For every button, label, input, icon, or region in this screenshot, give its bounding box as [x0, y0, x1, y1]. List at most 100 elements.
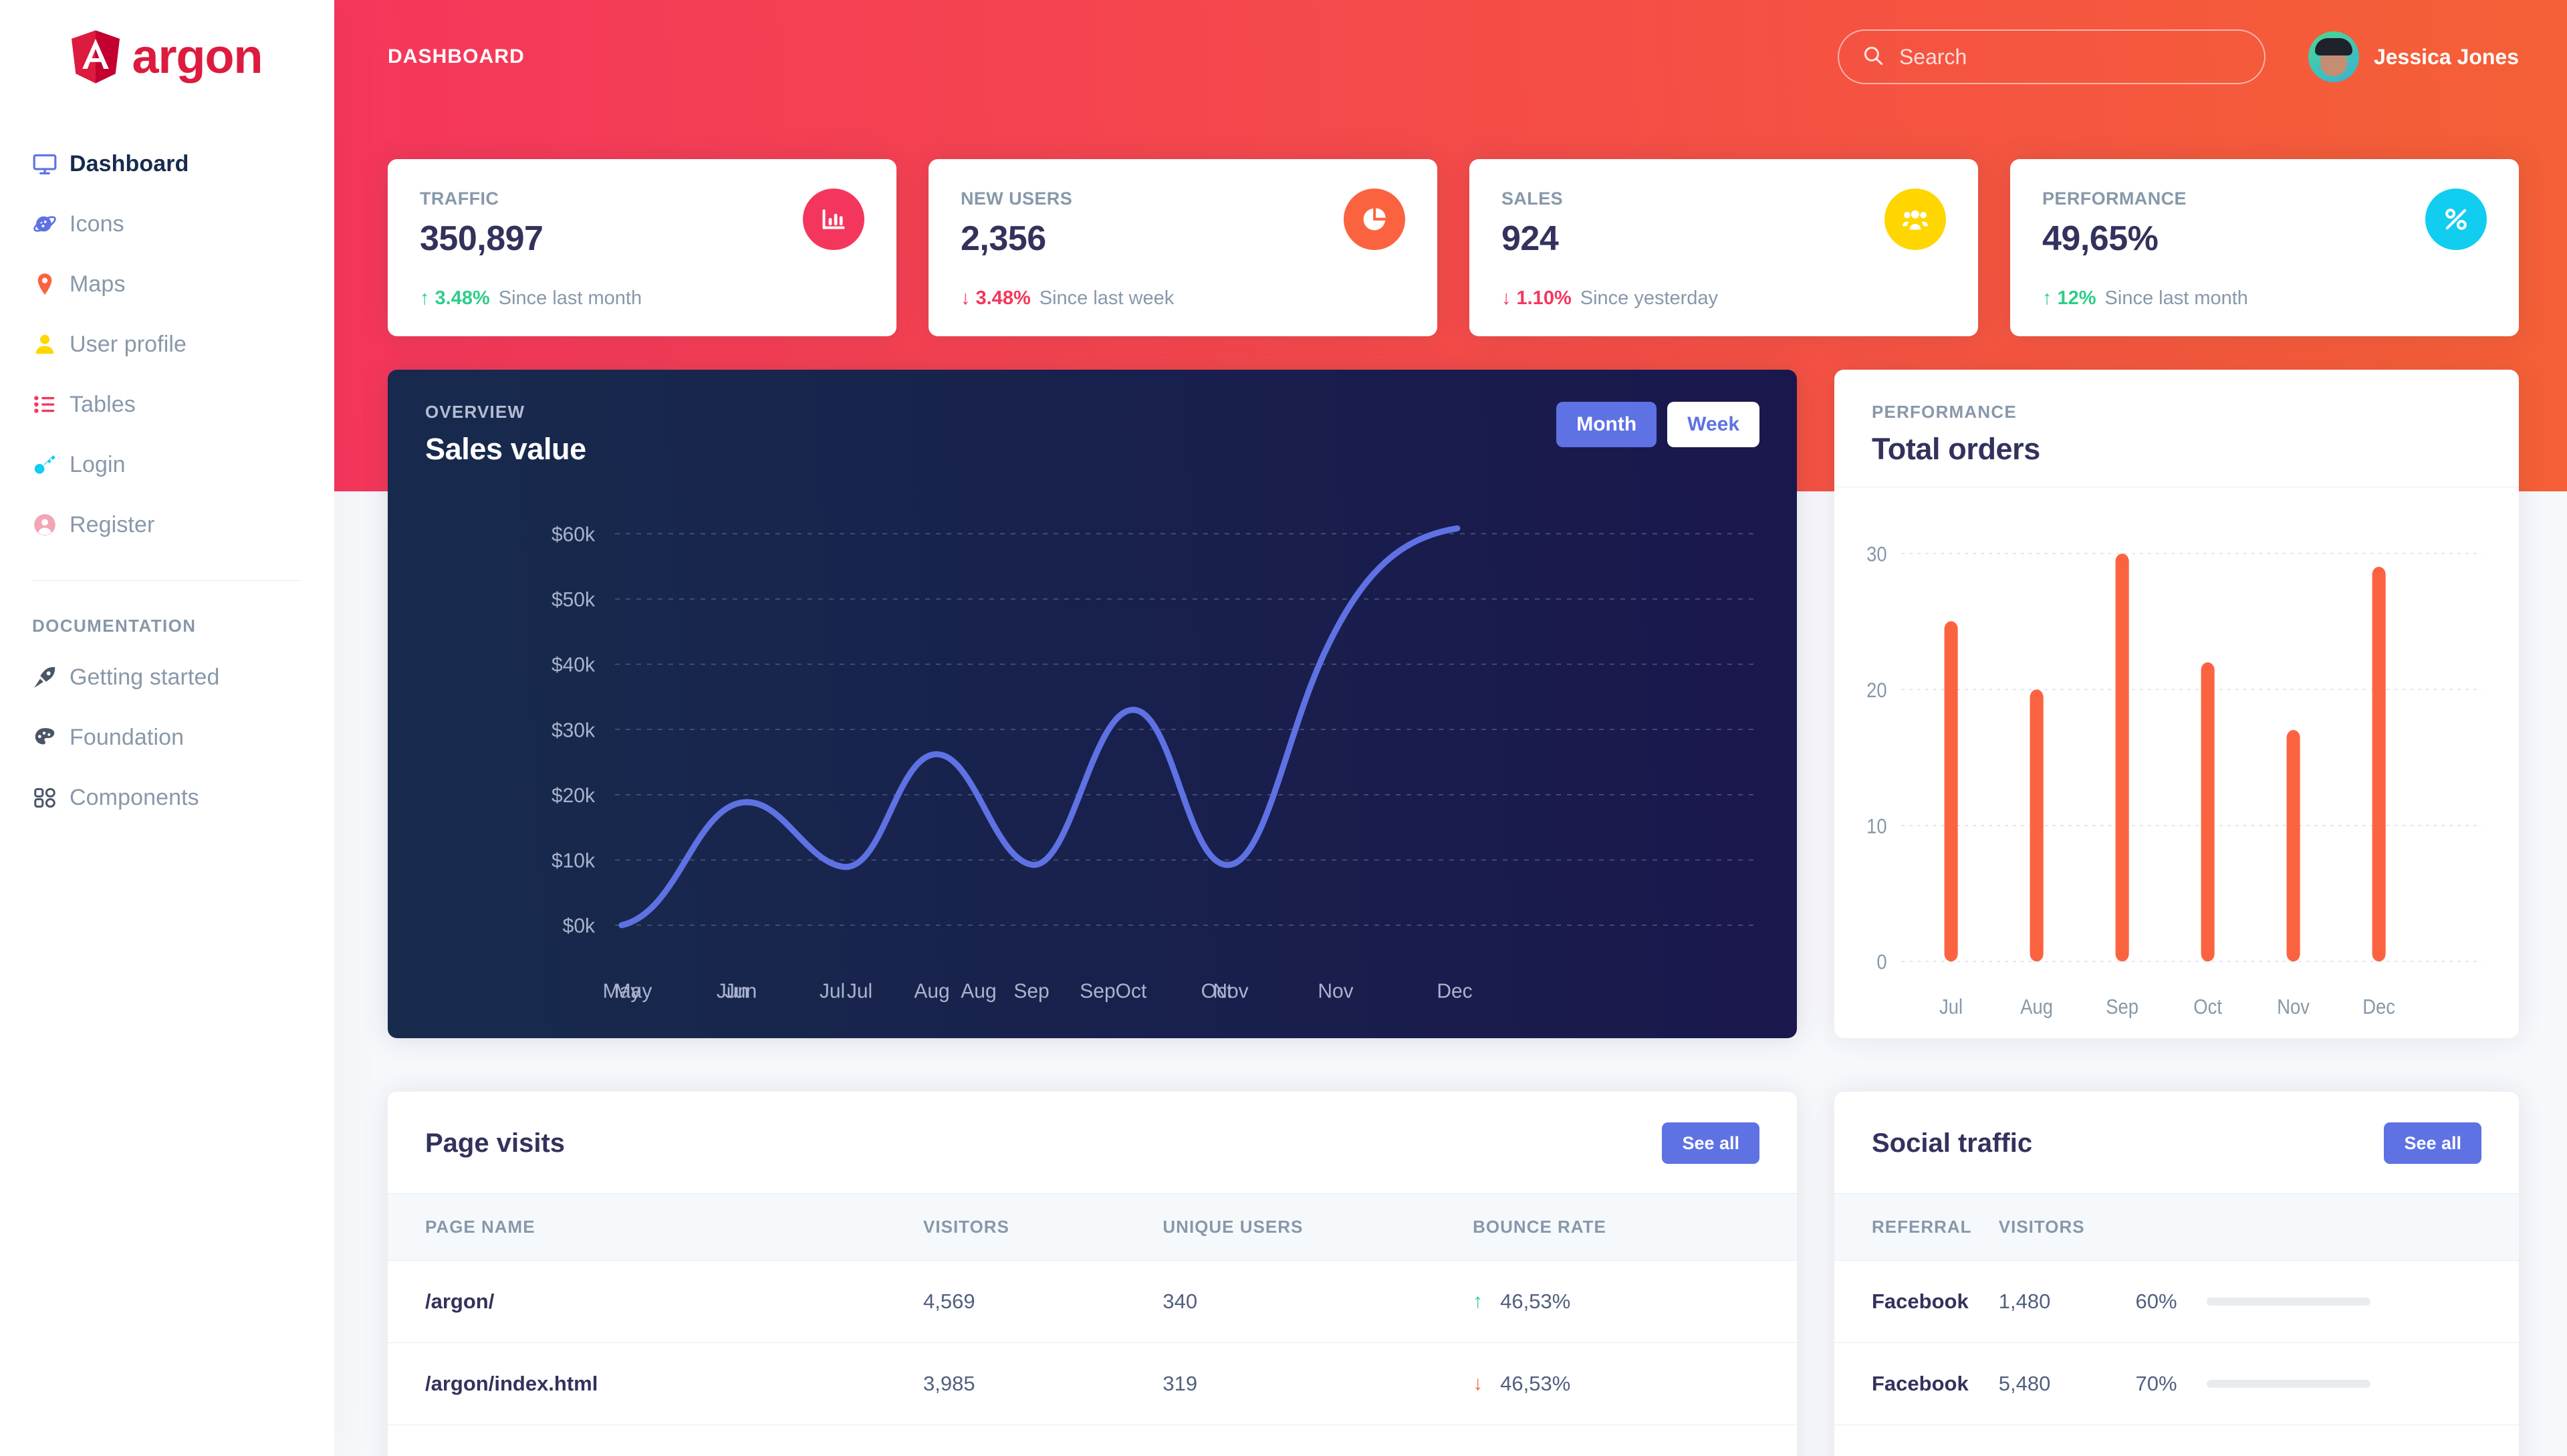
charts-row: OVERVIEW Sales value Month Week $60k $50…: [334, 370, 2567, 1038]
stat-period: Since yesterday: [1580, 287, 1719, 309]
brand-logo[interactable]: argon: [0, 0, 334, 114]
stat-title: PERFORMANCE: [2042, 189, 2187, 209]
sidebar-item-icons[interactable]: Icons: [0, 194, 334, 254]
stat-period: Since last month: [498, 287, 642, 309]
toggle-week-button[interactable]: Week: [1667, 402, 1759, 447]
sidebar-item-label: Icons: [70, 211, 124, 237]
sidebar-item-login[interactable]: Login: [0, 435, 334, 495]
page-visits-see-all-button[interactable]: See all: [1662, 1122, 1759, 1164]
stat-card-new-users: NEW USERS 2,356 ↓ 3.48% Since last week: [929, 159, 1437, 336]
svg-text:Aug: Aug: [2020, 995, 2053, 1019]
cell-page-name: /argon/: [388, 1260, 924, 1343]
share-percent: 60%: [2135, 1290, 2177, 1313]
sales-line-chart: $60k $50k $40k $30k $20k $10k $0k May Jun Ju…: [388, 487, 1797, 1038]
svg-text:Nov: Nov: [2277, 995, 2310, 1019]
stat-period: Since last month: [2104, 287, 2248, 309]
arrow-down-icon: ↓: [961, 287, 971, 309]
stat-title: SALES: [1501, 189, 1564, 209]
percent-icon: [2425, 189, 2487, 250]
sidebar-item-foundation[interactable]: Foundation: [0, 707, 334, 767]
sidebar-item-user-profile[interactable]: User profile: [0, 314, 334, 374]
sidebar: argon Dashboard Icons Maps User profile …: [0, 0, 334, 1456]
sidebar-item-label: Components: [70, 784, 199, 810]
sidebar-item-components[interactable]: Components: [0, 767, 334, 828]
sidebar-item-label: Getting started: [70, 664, 220, 690]
bounce-value: 46,53%: [1500, 1290, 1571, 1313]
sidebar-nav: Dashboard Icons Maps User profile Tables…: [0, 114, 334, 828]
cell-visitors: 3,985: [923, 1342, 1163, 1425]
bounce-value: 46,53%: [1500, 1372, 1571, 1395]
sidebar-item-tables[interactable]: Tables: [0, 374, 334, 435]
svg-text:Dec: Dec: [1437, 981, 1472, 1003]
search-placeholder: Search: [1899, 44, 1967, 69]
chart-eyebrow: OVERVIEW: [425, 402, 525, 422]
table-row[interactable]: /argon/ 4,569 340 ↑ 46,53%: [388, 1260, 1797, 1343]
cell-bounce-rate: ↑ 46,53%: [1473, 1260, 1797, 1343]
planet-atom-icon: [32, 211, 70, 237]
column-header-visitors: VISITORS: [923, 1193, 1163, 1261]
svg-text:20: 20: [1866, 679, 1887, 702]
social-traffic-see-all-button[interactable]: See all: [2384, 1122, 2481, 1164]
sales-value-card: OVERVIEW Sales value Month Week $60k $50…: [388, 370, 1797, 1038]
cell-unique-users: 319: [1163, 1342, 1473, 1425]
svg-text:10: 10: [1866, 815, 1887, 838]
social-traffic-card: Social traffic See all REFERRAL VISITORS…: [1834, 1092, 2519, 1456]
table-header-row: REFERRAL VISITORS: [1834, 1193, 2519, 1261]
sidebar-item-label: Login: [70, 451, 126, 477]
stat-delta: ↓ 1.10%: [1501, 287, 1572, 310]
chart-title: Sales value: [425, 432, 586, 466]
cell-share: 70%: [2135, 1342, 2519, 1425]
progress-bar: [2206, 1298, 2370, 1306]
stat-card-sales: SALES 924 ↓ 1.10% Since yesterday: [1469, 159, 1978, 336]
sidebar-item-label: Foundation: [70, 724, 185, 750]
svg-text:Jul: Jul: [847, 981, 872, 1003]
svg-text:Jul: Jul: [1939, 995, 1963, 1019]
cell-bounce-rate: ↓ 36,49%: [1473, 1425, 1797, 1456]
cell-share: 60%: [2135, 1260, 2519, 1343]
stat-value: 2,356: [961, 219, 1046, 258]
angular-shield-icon: [72, 30, 120, 84]
arrow-down-icon: ↓: [1501, 287, 1511, 309]
arrow-up-icon: ↑: [2042, 287, 2052, 309]
page-visits-card: Page visits See all PAGE NAME VISITORS U…: [388, 1092, 1797, 1456]
user-name: Jessica Jones: [2373, 44, 2519, 69]
cell-bounce-rate: ↓ 46,53%: [1473, 1342, 1797, 1425]
stat-delta: ↑ 12%: [2042, 287, 2096, 310]
cell-referral: Google: [1834, 1425, 1999, 1456]
search-input[interactable]: Search: [1837, 29, 2266, 84]
sidebar-item-maps[interactable]: Maps: [0, 254, 334, 314]
column-header-visitors: VISITORS: [1998, 1193, 2136, 1261]
page-title: DASHBOARD: [388, 45, 525, 68]
cell-page-name: /argon/index.html: [388, 1342, 924, 1425]
tables-row: Page visits See all PAGE NAME VISITORS U…: [334, 1092, 2567, 1456]
total-orders-bar-chart: 30 20 10 0 Jul Aug Sep Oct Nov Dec: [1834, 487, 2519, 1038]
stat-value: 49,65%: [2042, 219, 2159, 258]
stat-value: 350,897: [420, 219, 543, 258]
social-traffic-title: Social traffic: [1872, 1128, 2033, 1158]
stat-title: TRAFFIC: [420, 189, 499, 209]
table-row[interactable]: /argon/index.html 3,985 319 ↓ 46,53%: [388, 1342, 1797, 1425]
map-pin-icon: [32, 271, 70, 297]
page-visits-title: Page visits: [425, 1128, 566, 1158]
social-traffic-table: REFERRAL VISITORS Facebook 1,480 60% Fac…: [1834, 1193, 2519, 1456]
main-content: DASHBOARD Search Jessica Jones TRAFFIC 3…: [334, 0, 2567, 1456]
stat-title: NEW USERS: [961, 189, 1073, 209]
toggle-month-button[interactable]: Month: [1556, 402, 1657, 447]
table-row[interactable]: /argon/charts.html 3,513 294 ↓ 36,49%: [388, 1425, 1797, 1456]
cell-visitors: 5,480: [1998, 1342, 2136, 1425]
user-menu[interactable]: Jessica Jones: [2308, 31, 2519, 82]
stat-card-traffic: TRAFFIC 350,897 ↑ 3.48% Since last month: [388, 159, 896, 336]
column-header-bounce-rate: BOUNCE RATE: [1473, 1193, 1797, 1261]
stat-delta: ↓ 3.48%: [961, 287, 1031, 310]
sidebar-item-getting-started[interactable]: Getting started: [0, 647, 334, 707]
sidebar-item-label: Maps: [70, 271, 126, 297]
table-row[interactable]: Facebook 1,480 60%: [1834, 1260, 2519, 1343]
sidebar-item-register[interactable]: Register: [0, 495, 334, 555]
user-icon: [32, 332, 70, 357]
stat-value: 924: [1501, 219, 1559, 258]
table-row[interactable]: Facebook 5,480 70%: [1834, 1342, 2519, 1425]
table-row[interactable]: Google 4,807 80%: [1834, 1425, 2519, 1456]
stat-delta-value: 1.10%: [1516, 287, 1572, 309]
svg-text:Dec: Dec: [2362, 995, 2395, 1019]
sidebar-item-dashboard[interactable]: Dashboard: [0, 134, 334, 194]
